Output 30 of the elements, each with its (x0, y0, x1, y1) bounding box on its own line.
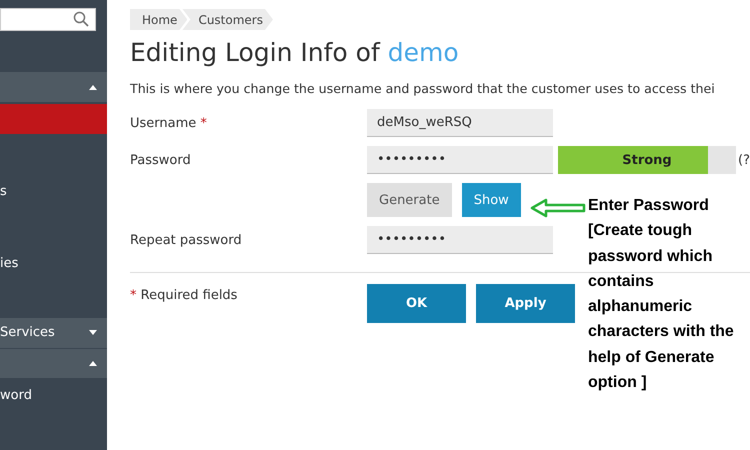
password-field[interactable]: ••••••••• (367, 146, 553, 174)
sidebar-group-header[interactable] (0, 72, 107, 102)
caret-up-icon (89, 361, 97, 366)
description-text: This is where you change the username and password that the customer uses to access thei (130, 81, 716, 96)
required-fields-note: * Required fields (130, 287, 238, 305)
sidebar-group-header[interactable]: Services (0, 318, 107, 348)
username-field[interactable]: deMso_weRSQ (367, 109, 553, 137)
sidebar-item[interactable]: s (0, 176, 107, 206)
breadcrumb-link[interactable]: Customers (182, 9, 273, 30)
ok-button[interactable]: OK (367, 284, 466, 323)
left-arrow-icon (530, 198, 586, 218)
breadcrumb-link[interactable]: Home (130, 9, 188, 30)
help-link[interactable]: (? (738, 152, 750, 168)
page-title: Editing Login Info of demo (130, 38, 459, 67)
caret-up-icon (89, 84, 97, 90)
apply-button[interactable]: Apply (476, 284, 575, 323)
password-label: Password (130, 152, 192, 168)
sidebar-item[interactable]: word (0, 380, 107, 410)
search-field[interactable] (0, 8, 96, 31)
strength-label: Strong (621, 152, 673, 170)
sidebar-item[interactable] (0, 104, 107, 134)
annotation-text: Enter Password [Create tough password which contains alphanumeric characters with the help of Generate option ] (588, 196, 735, 394)
username-label: Username * (130, 116, 208, 130)
generate-button[interactable]: Generate (367, 183, 452, 217)
sidebar-item[interactable]: ies (0, 248, 107, 278)
sidebar-group-header[interactable] (0, 348, 107, 378)
repeat-password-field[interactable]: ••••••••• (367, 226, 553, 254)
caret-down-icon (89, 330, 97, 336)
repeat-password-label: Repeat password (130, 232, 243, 248)
search-icon (73, 11, 89, 28)
